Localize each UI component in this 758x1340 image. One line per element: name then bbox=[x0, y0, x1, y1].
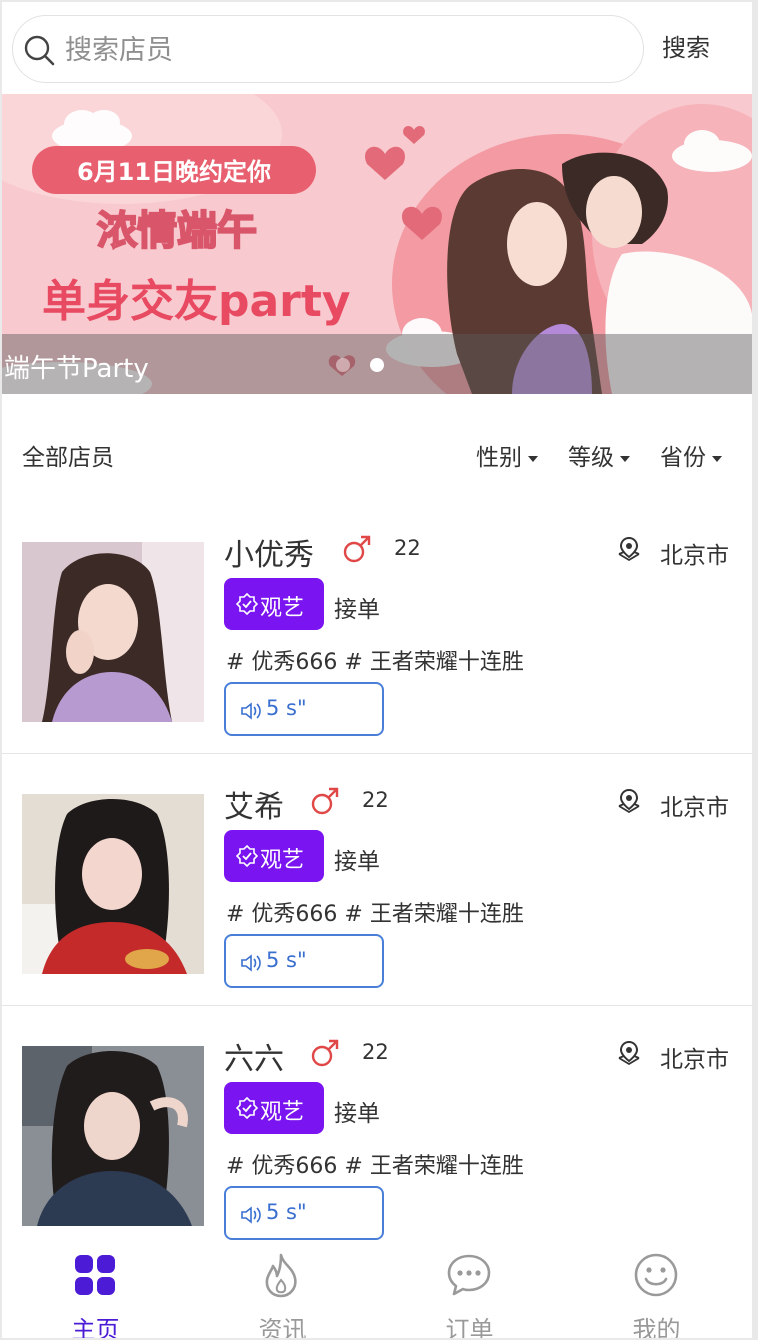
tab-home-label: 主页 bbox=[71, 1316, 120, 1338]
search-box[interactable] bbox=[12, 15, 644, 83]
tab-profile[interactable]: 我的 bbox=[563, 1240, 750, 1338]
filter-bar: 全部店员 性别 等级 省份 bbox=[2, 422, 752, 482]
flame-icon bbox=[265, 1253, 297, 1298]
badge-label: 观艺 bbox=[260, 1100, 305, 1125]
staff-photo bbox=[22, 1046, 204, 1226]
skill-badge: 观艺 bbox=[224, 1082, 324, 1134]
smile-icon bbox=[634, 1253, 678, 1297]
staff-card[interactable]: 六六 22 北京市 观艺 接单 # 优秀666 # 王者荣耀十连胜 5 s" bbox=[2, 1006, 752, 1258]
tab-home[interactable]: 主页 bbox=[2, 1240, 189, 1338]
app-screen: 搜索店员 搜索 6月11日晚约定你 浓情端午 单身交友party 端午节Part… bbox=[2, 2, 752, 1338]
badge-label: 观艺 bbox=[260, 848, 305, 873]
search-input[interactable] bbox=[65, 28, 625, 72]
banner-subtitle-text: 单身交友party bbox=[42, 276, 351, 327]
staff-photo bbox=[22, 794, 204, 974]
staff-age: 22 bbox=[362, 1040, 389, 1064]
order-status: 接单 bbox=[334, 849, 380, 875]
order-status: 接单 bbox=[334, 1101, 380, 1127]
voice-duration: 5 s" bbox=[266, 948, 307, 972]
tab-profile-label: 我的 bbox=[632, 1316, 681, 1338]
staff-card[interactable]: 艾希 22 北京市 观艺 接单 # 优秀666 # 王者荣耀十连胜 5 s" bbox=[2, 754, 752, 1006]
staff-tags: # 优秀666 # 王者荣耀十连胜 bbox=[226, 902, 524, 927]
tab-news-label: 资讯 bbox=[258, 1316, 307, 1338]
search-icon bbox=[24, 35, 55, 66]
staff-tags: # 优秀666 # 王者荣耀十连胜 bbox=[226, 1154, 524, 1179]
order-status: 接单 bbox=[334, 597, 380, 623]
staff-location: 北京市 bbox=[660, 795, 729, 821]
promo-banner[interactable]: 6月11日晚约定你 浓情端午 单身交友party 端午节Party bbox=[2, 94, 752, 394]
male-symbol-icon bbox=[311, 1039, 339, 1067]
banner-headline-text: 浓情端午 bbox=[97, 208, 257, 254]
tab-news[interactable]: 资讯 bbox=[189, 1240, 376, 1338]
staff-tags: # 优秀666 # 王者荣耀十连胜 bbox=[226, 650, 524, 675]
carousel-dot[interactable] bbox=[336, 358, 350, 372]
voice-duration: 5 s" bbox=[266, 696, 307, 720]
speaker-icon bbox=[241, 1206, 261, 1224]
caret-down-icon bbox=[712, 455, 722, 462]
filter-province-label: 省份 bbox=[660, 445, 706, 471]
filter-gender-label: 性别 bbox=[476, 445, 522, 471]
grid-icon bbox=[75, 1255, 115, 1295]
chat-icon bbox=[447, 1254, 491, 1296]
voice-duration: 5 s" bbox=[266, 1200, 307, 1224]
tab-orders-label: 订单 bbox=[445, 1316, 494, 1338]
location-pin-icon bbox=[618, 1040, 640, 1066]
tab-orders[interactable]: 订单 bbox=[376, 1240, 563, 1338]
location-pin-icon bbox=[618, 788, 640, 814]
filter-level-dropdown[interactable]: 等级 bbox=[568, 438, 630, 472]
voice-intro-button[interactable]: 5 s" bbox=[224, 1186, 384, 1240]
verified-badge-icon bbox=[236, 845, 258, 867]
voice-intro-button[interactable]: 5 s" bbox=[224, 934, 384, 988]
staff-age: 22 bbox=[362, 788, 389, 812]
male-symbol-icon bbox=[343, 535, 371, 563]
skill-badge: 观艺 bbox=[224, 830, 324, 882]
location-pin-icon bbox=[618, 536, 640, 562]
banner-date-text: 6月11日晚约定你 bbox=[77, 158, 271, 186]
badge-label: 观艺 bbox=[260, 596, 305, 621]
filter-province-dropdown[interactable]: 省份 bbox=[660, 438, 722, 472]
speaker-icon bbox=[241, 954, 261, 972]
filter-gender-dropdown[interactable]: 性别 bbox=[476, 438, 538, 472]
staff-name: 小优秀 bbox=[224, 538, 314, 573]
search-bar: 搜索 bbox=[2, 2, 752, 94]
speaker-icon bbox=[241, 702, 261, 720]
staff-age: 22 bbox=[394, 536, 421, 560]
staff-card[interactable]: 小优秀 22 北京市 观艺 接单 # 优秀666 # 王者荣耀十连胜 5 s" bbox=[2, 502, 752, 754]
filter-all-staff[interactable]: 全部店员 bbox=[22, 438, 114, 472]
verified-badge-icon bbox=[236, 1097, 258, 1119]
staff-name: 六六 bbox=[224, 1042, 284, 1077]
staff-name: 艾希 bbox=[224, 790, 284, 825]
search-button[interactable]: 搜索 bbox=[662, 28, 710, 63]
staff-location: 北京市 bbox=[660, 543, 729, 569]
staff-location: 北京市 bbox=[660, 1047, 729, 1073]
banner-caption: 端午节Party bbox=[4, 354, 149, 384]
bottom-tab-bar: 主页 资讯 订单 我的 bbox=[2, 1240, 752, 1338]
filter-level-label: 等级 bbox=[568, 445, 614, 471]
verified-badge-icon bbox=[236, 593, 258, 615]
caret-down-icon bbox=[528, 455, 538, 462]
male-symbol-icon bbox=[311, 787, 339, 815]
carousel-dot-active[interactable] bbox=[370, 358, 384, 372]
staff-photo bbox=[22, 542, 204, 722]
caret-down-icon bbox=[620, 455, 630, 462]
voice-intro-button[interactable]: 5 s" bbox=[224, 682, 384, 736]
skill-badge: 观艺 bbox=[224, 578, 324, 630]
